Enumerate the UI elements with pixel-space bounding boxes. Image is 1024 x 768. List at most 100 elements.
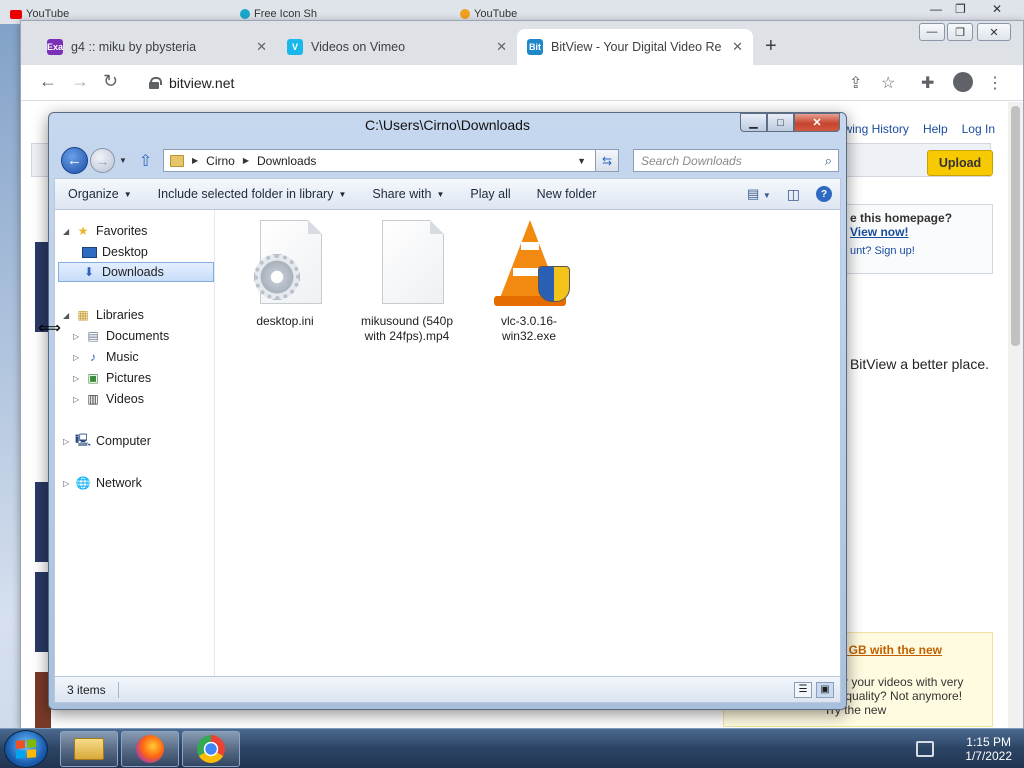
search-input[interactable]: Search Downloads ⌕ bbox=[633, 149, 839, 172]
breadcrumb-cirno[interactable]: Cirno bbox=[206, 154, 235, 168]
folder-icon bbox=[74, 738, 104, 760]
nav-downloads[interactable]: ⬇ Downloads bbox=[58, 262, 214, 282]
file-item[interactable]: mikusound (540p with 24fps).mp4 bbox=[352, 220, 462, 344]
chevron-down-icon: ▼ bbox=[338, 189, 347, 199]
tab-vimeo[interactable]: V Videos on Vimeo ✕ bbox=[277, 29, 517, 65]
chevron-down-icon: ▼ bbox=[123, 189, 132, 199]
view-now-link[interactable]: View now! bbox=[850, 225, 986, 239]
minimize-icon[interactable]: — bbox=[930, 2, 942, 16]
play-all-button[interactable]: Play all bbox=[457, 187, 523, 201]
up-folder-icon[interactable]: ⇧ bbox=[139, 151, 152, 171]
close-window-button[interactable]: ✕ bbox=[977, 23, 1011, 41]
close-tab-icon[interactable]: ✕ bbox=[732, 39, 743, 55]
include-in-library-button[interactable]: Include selected folder in library ▼ bbox=[145, 187, 360, 201]
nav-pictures[interactable]: ▷ ▣ Pictures bbox=[73, 368, 151, 388]
libraries-icon: ▦ bbox=[77, 308, 89, 322]
scrollbar-thumb[interactable] bbox=[1011, 106, 1020, 346]
nav-documents[interactable]: ▷ ▤ Documents bbox=[73, 326, 169, 346]
nav-music[interactable]: ▷ ♪ Music bbox=[73, 347, 139, 367]
start-button[interactable] bbox=[4, 730, 48, 768]
maximize-button[interactable]: □ bbox=[767, 113, 794, 132]
network-tray-icon[interactable] bbox=[916, 741, 934, 757]
help-link[interactable]: Help bbox=[923, 122, 948, 136]
expand-arrow-icon[interactable]: ▷ bbox=[63, 437, 75, 446]
window-controls: ▁ □ ✕ bbox=[740, 113, 840, 132]
vimeo-icon: V bbox=[287, 39, 303, 55]
preview-pane-icon[interactable]: ◫ bbox=[787, 186, 800, 203]
sign-up-link[interactable]: unt? Sign up! bbox=[850, 245, 986, 257]
upload-button[interactable]: Upload bbox=[927, 150, 993, 176]
expand-arrow-icon[interactable]: ▷ bbox=[73, 374, 85, 383]
homepage-promo-box: e this homepage? View now! unt? Sign up! bbox=[843, 204, 993, 274]
breadcrumb-downloads[interactable]: Downloads bbox=[257, 154, 316, 168]
collapse-arrow-icon[interactable]: ◢ bbox=[63, 227, 75, 236]
taskbar-explorer-button[interactable] bbox=[60, 731, 118, 767]
collapse-arrow-icon[interactable]: ◢ bbox=[63, 311, 75, 320]
details-view-icon[interactable]: ☰ bbox=[794, 681, 812, 698]
chevron-right-icon[interactable]: ▶ bbox=[192, 156, 198, 165]
organize-button[interactable]: Organize ▼ bbox=[55, 187, 145, 201]
page-scrollbar[interactable] bbox=[1008, 102, 1023, 729]
computer-icon: 🖳 bbox=[75, 432, 92, 447]
file-name: desktop.ini bbox=[256, 314, 314, 328]
close-tab-icon[interactable]: ✕ bbox=[496, 39, 507, 55]
better-place-text: BitView a better place. bbox=[849, 356, 989, 372]
forward-button[interactable]: → bbox=[90, 148, 115, 173]
expand-arrow-icon[interactable]: ▷ bbox=[63, 479, 75, 488]
nav-desktop[interactable]: Desktop bbox=[81, 242, 148, 262]
tab-bitview[interactable]: Bit BitView - Your Digital Video Repo ✕ bbox=[517, 29, 753, 65]
minimize-button[interactable]: ▁ bbox=[740, 113, 767, 132]
search-icon[interactable]: ⌕ bbox=[825, 153, 832, 169]
close-icon[interactable]: ✕ bbox=[992, 2, 1002, 16]
document-page bbox=[382, 220, 444, 304]
address-bar[interactable]: bitview.net bbox=[137, 69, 837, 97]
chrome-icon bbox=[197, 735, 225, 763]
new-folder-button[interactable]: New folder bbox=[524, 187, 610, 201]
extensions-puzzle-icon[interactable]: ✚ bbox=[921, 73, 934, 93]
file-item[interactable]: desktop.ini bbox=[230, 220, 340, 329]
restore-icon[interactable]: ❐ bbox=[955, 2, 966, 16]
new-tab-button[interactable]: + bbox=[765, 35, 777, 58]
expand-arrow-icon[interactable]: ▷ bbox=[73, 332, 85, 341]
nav-videos[interactable]: ▷ ▥ Videos bbox=[73, 389, 144, 409]
close-button[interactable]: ✕ bbox=[794, 113, 840, 132]
item-count: 3 items bbox=[67, 682, 106, 697]
refresh-button[interactable]: ⇆ bbox=[595, 149, 619, 172]
settings-file-icon bbox=[250, 220, 322, 310]
forward-arrow-icon[interactable]: → bbox=[71, 71, 89, 92]
lock-icon[interactable] bbox=[149, 77, 162, 89]
close-tab-icon[interactable]: ✕ bbox=[256, 39, 267, 55]
taskbar-firefox-button[interactable] bbox=[121, 731, 179, 767]
file-item[interactable]: vlc-3.0.16-win32.exe bbox=[474, 220, 584, 344]
profile-avatar-icon[interactable] bbox=[953, 72, 973, 92]
nav-libraries[interactable]: ◢ ▦ Libraries bbox=[63, 305, 144, 325]
nav-network[interactable]: ▷ 🌐 Network bbox=[63, 473, 142, 493]
expand-arrow-icon[interactable]: ▷ bbox=[73, 353, 85, 362]
expand-arrow-icon[interactable]: ▷ bbox=[73, 395, 85, 404]
upgrade-link[interactable]: to 2 GB with the new bbox=[824, 643, 980, 657]
tab-g4-miku[interactable]: Exa g4 :: miku by pbysteria ✕ bbox=[37, 29, 277, 65]
system-clock[interactable]: 1:15 PM 1/7/2022 bbox=[965, 735, 1012, 763]
address-breadcrumb[interactable]: ▶ Cirno ▶ Downloads ▼ bbox=[163, 149, 619, 172]
back-button[interactable]: ← bbox=[61, 147, 88, 174]
nav-favorites[interactable]: ◢ ★ Favorites bbox=[63, 221, 147, 241]
taskbar-chrome-button[interactable] bbox=[182, 731, 240, 767]
address-dropdown-icon[interactable]: ▼ bbox=[577, 156, 586, 166]
explorer-window: C:\Users\Cirno\Downloads ▁ □ ✕ ← → ▼ ⇧ ▶… bbox=[48, 112, 847, 710]
menu-dots-icon[interactable]: ⋮ bbox=[987, 73, 1003, 93]
share-with-button[interactable]: Share with ▼ bbox=[359, 187, 457, 201]
minimize-button[interactable]: — bbox=[919, 23, 945, 41]
share-icon[interactable]: ⇪ bbox=[849, 73, 862, 93]
help-icon[interactable]: ? bbox=[816, 186, 832, 202]
back-arrow-icon[interactable]: ← bbox=[39, 71, 57, 92]
bookmark-star-icon[interactable]: ☆ bbox=[881, 73, 895, 93]
maximize-button[interactable]: ❐ bbox=[947, 23, 973, 41]
chevron-right-icon[interactable]: ▶ bbox=[243, 156, 249, 165]
large-icons-view-icon[interactable]: ▣ bbox=[816, 681, 834, 698]
reload-icon[interactable]: ↻ bbox=[103, 71, 118, 92]
view-controls: ▤ ▼ ◫ ? bbox=[747, 186, 832, 203]
change-view-icon[interactable]: ▤ ▼ bbox=[747, 186, 771, 202]
nav-computer[interactable]: ▷ 🖳 Computer bbox=[63, 431, 151, 451]
login-link[interactable]: Log In bbox=[962, 122, 995, 136]
recent-pages-dropdown-icon[interactable]: ▼ bbox=[119, 156, 127, 165]
